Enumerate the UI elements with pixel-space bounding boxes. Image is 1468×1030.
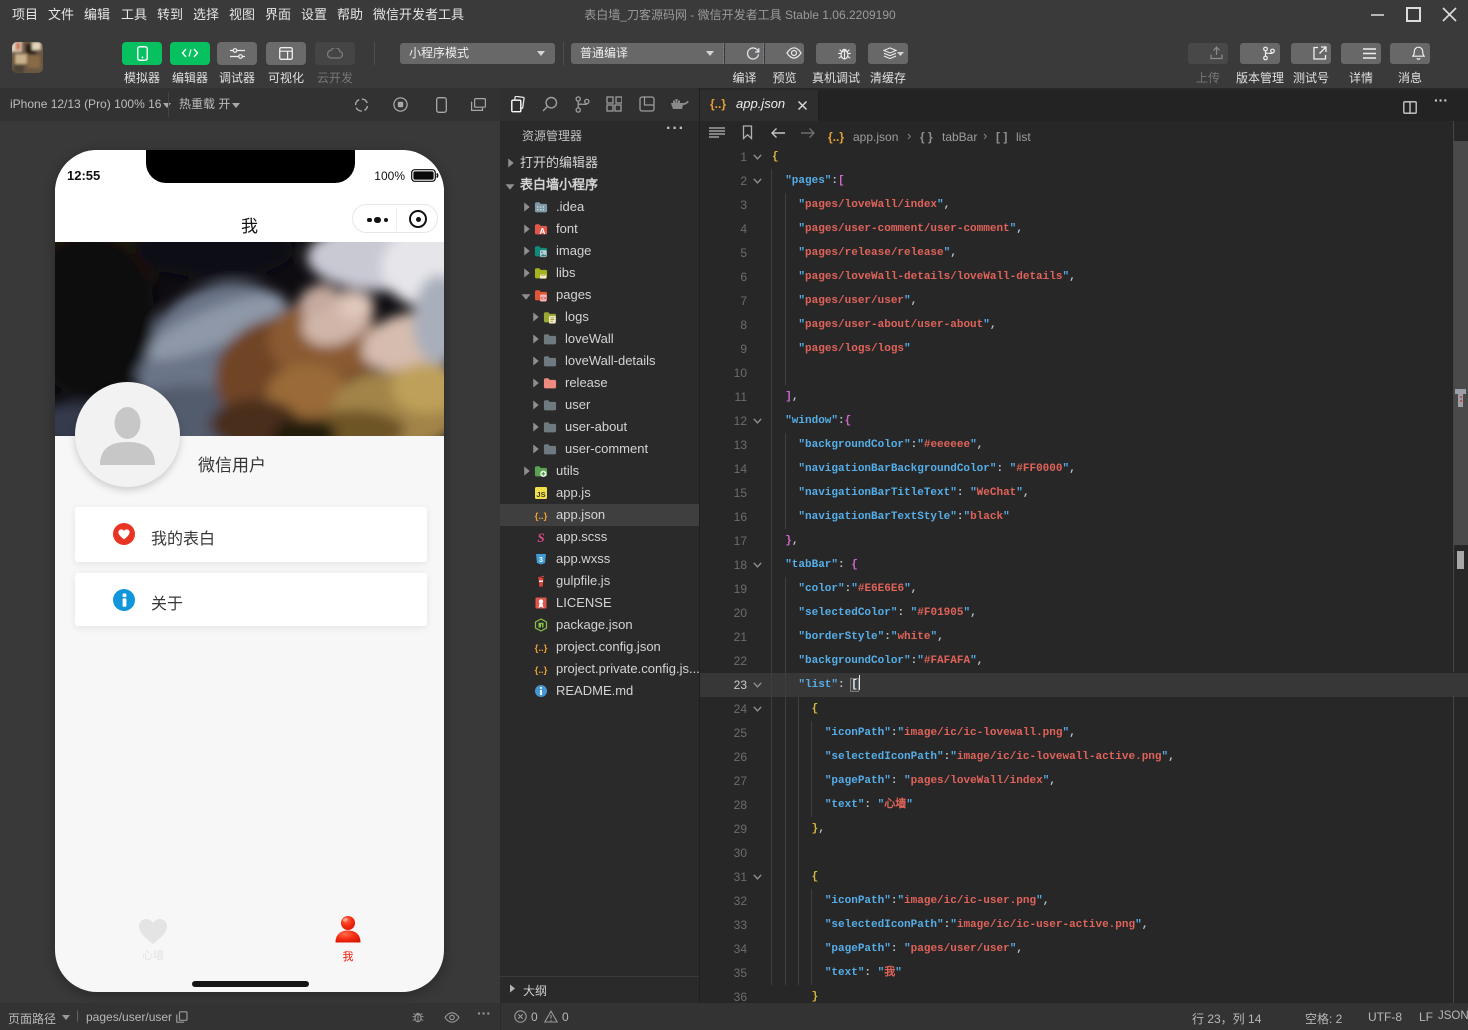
svg-text:{..}: {..} [535,665,548,676]
svg-text:{..}: {..} [535,511,548,522]
svg-text:{..}: {..} [535,643,548,654]
svg-text:<>: <> [540,296,546,302]
svg-text:JS: JS [536,490,545,499]
svg-text:S: S [537,530,544,544]
svg-text:3: 3 [539,557,543,564]
svg-text:A: A [539,226,545,236]
